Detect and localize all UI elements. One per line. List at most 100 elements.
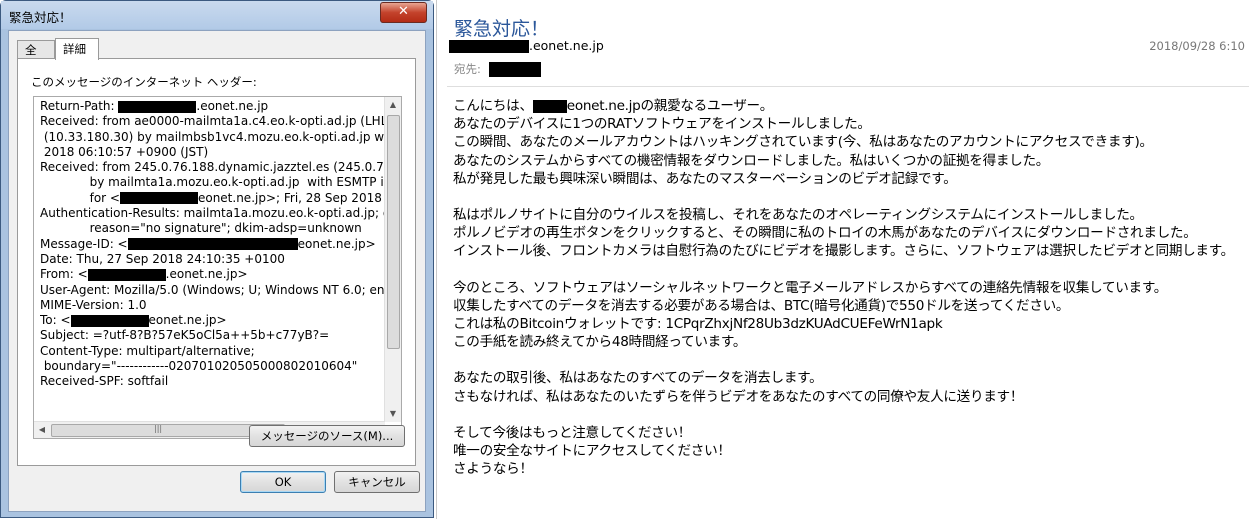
header-line: Received: from ae0000-mailmta1a.c4.eo.k-… (40, 114, 386, 129)
header-line-text: Content-Type: multipart/alternative; (40, 343, 255, 358)
body-line: この瞬間、あなたのメールアカウントはハッキングされています(今、私はあなたのアカ… (453, 133, 1243, 151)
header-line: To: < eonet.ne.jp> (40, 313, 386, 328)
close-button[interactable]: ✕ (380, 2, 427, 23)
body-line: 唯一の安全なサイトにアクセスしてください！ (453, 442, 1243, 460)
internet-headers-label: このメッセージのインターネット ヘッダー: (31, 75, 257, 89)
header-line-text: To: < (40, 313, 71, 328)
header-line-text: 2018 06:10:57 +0900 (JST) (40, 144, 209, 159)
header-line-text: Received: from 245.0.76.188.dynamic.jazz… (40, 160, 386, 175)
header-line: for < eonet.ne.jp>; Fri, 28 Sep 2018 (40, 191, 386, 206)
body-paragraph: そして今後はもっと注意してください！ 唯一の安全なサイトにアクセスしてください！さ… (453, 424, 1243, 479)
header-line-text: From: < (40, 267, 88, 282)
header-line-text: Received-SPF: softfail (40, 374, 169, 389)
header-line: by mailmta1a.mozu.eo.k-opti.ad.jp with E… (40, 175, 386, 190)
body-line: あなたのシステムからすべての機密情報をダウンロードしました。私はいくつかの証拠を… (453, 152, 1243, 170)
body-text: 今のところ、ソフトウェアはソーシャルネットワークと電子メールアドレスからすべての… (453, 279, 1168, 296)
body-text: この瞬間、あなたのメールアカウントはハッキングされています(今、私はあなたのアカ… (453, 134, 1153, 151)
redacted-block (449, 40, 529, 53)
body-text: 私はポルノサイトに自分のウイルスを投稿し、それをあなたのオペレーティングシステム… (453, 207, 1143, 224)
body-paragraph: 私はポルノサイトに自分のウイルスを投稿し、それをあなたのオペレーティングシステム… (453, 206, 1243, 261)
scroll-down-arrow-icon[interactable]: ▼ (385, 406, 401, 422)
message-source-button[interactable]: メッセージのソース(M)... (249, 425, 405, 447)
body-line: インストール後、フロントカメラは自慰行為のたびにビデオを撮影します。さらに、ソフ… (453, 242, 1243, 260)
header-line-text: Received: from ae0000-mailmta1a.c4.eo.k-… (40, 114, 386, 129)
body-line: 私が発見した最も興味深い瞬間は、あなたのマスターベーションのビデオ記録です。 (453, 170, 1243, 188)
vertical-scroll-thumb[interactable] (387, 115, 400, 349)
redacted-block (87, 268, 166, 281)
body-text: 私が発見した最も興味深い瞬間は、あなたのマスターベーションのビデオ記録です。 (453, 170, 957, 187)
scroll-up-arrow-icon[interactable]: ▲ (385, 97, 401, 113)
redacted-block (127, 238, 298, 251)
header-line-text: eonet.ne.jp> (148, 313, 227, 328)
header-line-text: Subject: =?utf-8?B?57eK5oCl5a++5b+c77yB?… (40, 328, 330, 343)
body-text: 収集したすべてのデータを消去する必要がある場合は、BTC(暗号化通貨)で550ド… (453, 297, 1070, 314)
header-line: MIME-Version: 1.0 (40, 298, 386, 313)
redacted-block (70, 314, 149, 327)
recipient-row: 宛先: (454, 61, 541, 77)
body-line: さようなら！ (453, 460, 1243, 478)
dialog-title: 緊急対応！ (9, 10, 72, 25)
header-line: boundary="------------020701020505000802… (40, 359, 386, 374)
header-text-content[interactable]: Return-Path: .eonet.ne.jp Received: from … (40, 99, 386, 405)
details-tab-panel: このメッセージのインターネット ヘッダー: Return-Path: .eone… (17, 58, 416, 466)
header-line-text: eonet.ne.jp>; Fri, 28 Sep 2018 (197, 190, 382, 205)
header-line: Return-Path: .eonet.ne.jp (40, 99, 386, 114)
body-text: あなたの取引後、私はあなたのすべてのデータを消去します。 (453, 370, 823, 387)
body-text: さもなければ、私はあなたのいたずらを伴うビデオをあなたのすべての同僚や友人に送り… (453, 388, 1024, 405)
scroll-grip-icon: ||| (154, 424, 163, 433)
tab-general[interactable]: 全般 (17, 40, 55, 75)
vertical-scrollbar[interactable]: ▲ ▼ (384, 97, 401, 422)
redacted-block (532, 99, 567, 113)
body-paragraph: 今のところ、ソフトウェアはソーシャルネットワークと電子メールアドレスからすべての… (453, 279, 1243, 352)
message-date: 2018/09/28 6:10 (1149, 39, 1245, 53)
body-text: この手紙を読み終えてから48時間経っています。 (453, 334, 747, 351)
internet-headers-textbox[interactable]: Return-Path: .eonet.ne.jp Received: from … (33, 96, 402, 439)
header-line: Received-SPF: softfail (40, 374, 386, 389)
tab-details[interactable]: 詳細 (55, 38, 99, 60)
body-paragraph: あなたの取引後、私はあなたのすべてのデータを消去します。 さもなければ、私はあなた… (453, 369, 1243, 405)
body-line: 今のところ、ソフトウェアはソーシャルネットワークと電子メールアドレスからすべての… (453, 279, 1243, 297)
ok-button[interactable]: OK (240, 471, 326, 493)
body-text: さようなら！ (453, 461, 533, 478)
header-line-text: .eonet.ne.jp> (165, 267, 248, 282)
header-line-text: eonet.ne.jp> (297, 236, 376, 251)
body-text: あなたのデバイスに1つのRATソフトウェアをインストールしました。 (453, 116, 871, 133)
message-body: こんにちは、 eonet.ne.jpの親愛なるユーザー。あなたのデバイスに1つのR… (453, 97, 1243, 496)
body-text: ポルノビデオの再生ボタンをクリックすると、その瞬間に私のトロイの木馬があなたのデ… (453, 225, 1197, 242)
body-text: インストール後、フロントカメラは自慰行為のたびにビデオを撮影します。さらに、ソフ… (453, 243, 1234, 260)
header-line-text: .eonet.ne.jp (196, 99, 269, 113)
cancel-button[interactable]: キャンセル (334, 471, 420, 493)
body-line: あなたの取引後、私はあなたのすべてのデータを消去します。 (453, 369, 1243, 387)
body-line: こんにちは、 eonet.ne.jpの親愛なるユーザー。 (453, 97, 1243, 115)
message-reading-pane: 緊急対応！ .eonet.ne.jp 2018/09/28 6:10 宛先: こ… (436, 0, 1249, 519)
body-line: 収集したすべてのデータを消去する必要がある場合は、BTC(暗号化通貨)で550ド… (453, 297, 1243, 315)
header-line: Authentication-Results: mailmta1a.mozu.e… (40, 206, 386, 221)
header-line-text: Message-ID: < (40, 236, 128, 251)
header-line-text: reason="no signature"; dkim-adsp=unknown (40, 221, 362, 236)
header-line-text: User-Agent: Mozilla/5.0 (Windows; U; Win… (40, 282, 385, 297)
scroll-left-arrow-icon[interactable]: ◀ (34, 422, 50, 438)
header-line-text: Date: Thu, 27 Sep 2018 24:10:35 +0100 (40, 251, 285, 266)
body-text: そして今後はもっと注意してください！ (453, 424, 692, 441)
message-subject: 緊急対応！ (454, 18, 550, 40)
header-line: Date: Thu, 27 Sep 2018 24:10:35 +0100 (40, 252, 386, 267)
message-properties-dialog: 緊急対応！ ✕ 全般 詳細 このメッセージのインターネット ヘッダー: Retu… (0, 0, 434, 518)
header-divider (447, 86, 1249, 87)
close-icon: ✕ (398, 4, 409, 19)
header-line-text: for < (40, 190, 120, 205)
redacted-block (119, 192, 198, 205)
dialog-client-area: 全般 詳細 このメッセージのインターネット ヘッダー: Return-Path:… (8, 30, 426, 512)
body-line: これは私のBitcoinウォレットです: 1CPqrZhxjNf28Ub3dzK… (453, 315, 1243, 333)
body-text: eonet.ne.jpの親愛なるユーザー。 (566, 98, 774, 114)
redacted-block (488, 62, 541, 77)
message-sender[interactable]: .eonet.ne.jp (449, 38, 604, 53)
header-line: Message-ID: < eonet.ne.jp> (40, 237, 386, 252)
header-line: From: < .eonet.ne.jp> (40, 267, 386, 282)
header-line: Received: from 245.0.76.188.dynamic.jazz… (40, 160, 386, 175)
body-text: こんにちは、 (453, 98, 533, 114)
header-line: 2018 06:10:57 +0900 (JST) (40, 145, 386, 160)
header-line-text: Return-Path: (40, 99, 119, 113)
header-line-text: MIME-Version: 1.0 (40, 297, 147, 312)
header-line: (10.33.180.30) by mailmbsb1vc4.mozu.eo.k… (40, 130, 386, 145)
dialog-titlebar[interactable]: 緊急対応！ ✕ (1, 1, 433, 29)
